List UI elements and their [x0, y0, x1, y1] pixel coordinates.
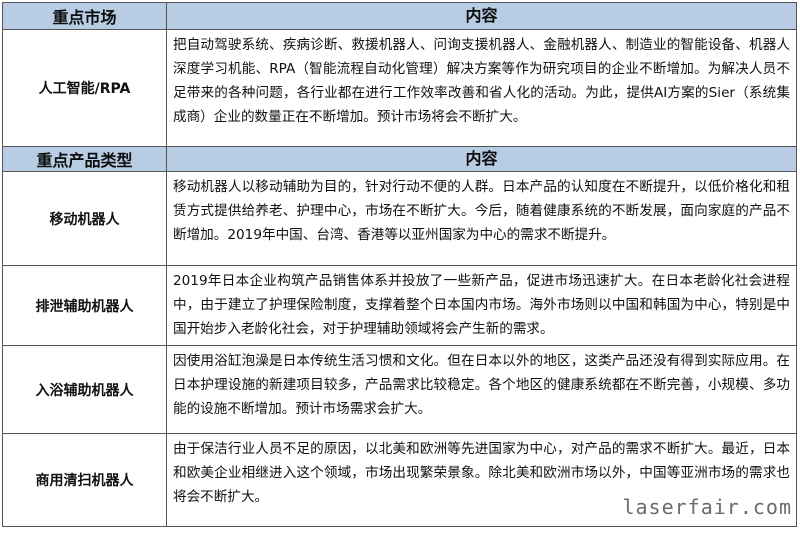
- row-content: 2019年日本企业构筑产品销售体系并投放了一些新产品，促进市场迅速扩大。在日本老…: [167, 266, 797, 346]
- label-text: 入浴辅助机器人: [35, 382, 134, 399]
- table-header-product: 重点产品类型 内容: [2, 147, 797, 172]
- table-row-excretion-robot: 排泄辅助机器人 2019年日本企业构筑产品销售体系并投放了一些新产品，促进市场迅…: [2, 266, 797, 346]
- label-text: 商用清扫机器人: [35, 473, 134, 489]
- row-label: 入浴辅助机器人: [2, 346, 167, 434]
- label-text: 排泄辅助机器人: [35, 298, 134, 315]
- table-header-market: 重点市场 内容: [2, 2, 797, 30]
- row-content: 移动机器人以移动辅助为目的，针对行动不便的人群。日本产品的认知度在不断提升，以低…: [167, 172, 797, 266]
- row-content: 因使用浴缸泡澡是日本传统生活习惯和文化。但在日本以外的地区，这类产品还没有得到实…: [167, 346, 797, 434]
- row-label: 排泄辅助机器人: [2, 266, 167, 346]
- market-table: 重点市场 内容 人工智能/RPA 把自动驾驶系统、疾病诊断、救援机器人、问询支援…: [2, 2, 797, 527]
- header-col-content-2: 内容: [167, 147, 797, 172]
- header-col-content: 内容: [167, 2, 797, 30]
- row-label: 商用清扫机器人: [2, 434, 167, 527]
- table-row-ai-rpa: 人工智能/RPA 把自动驾驶系统、疾病诊断、救援机器人、问询支援机器人、金融机器…: [2, 30, 797, 147]
- header-col-product-type: 重点产品类型: [2, 147, 167, 172]
- table-row-bathing-robot: 入浴辅助机器人 因使用浴缸泡澡是日本传统生活习惯和文化。但在日本以外的地区，这类…: [2, 346, 797, 434]
- label-text: 移动机器人: [49, 211, 120, 228]
- row-label: 移动机器人: [2, 172, 167, 266]
- table-row-mobile-robot: 移动机器人 移动机器人以移动辅助为目的，针对行动不便的人群。日本产品的认知度在不…: [2, 172, 797, 266]
- header-col-market: 重点市场: [2, 2, 167, 30]
- watermark-text: laserfair.com: [620, 495, 794, 519]
- row-label: 人工智能/RPA: [2, 30, 167, 147]
- label-text: 人工智能/RPA: [38, 81, 131, 97]
- row-content: 把自动驾驶系统、疾病诊断、救援机器人、问询支援机器人、金融机器人、制造业的智能设…: [167, 30, 797, 147]
